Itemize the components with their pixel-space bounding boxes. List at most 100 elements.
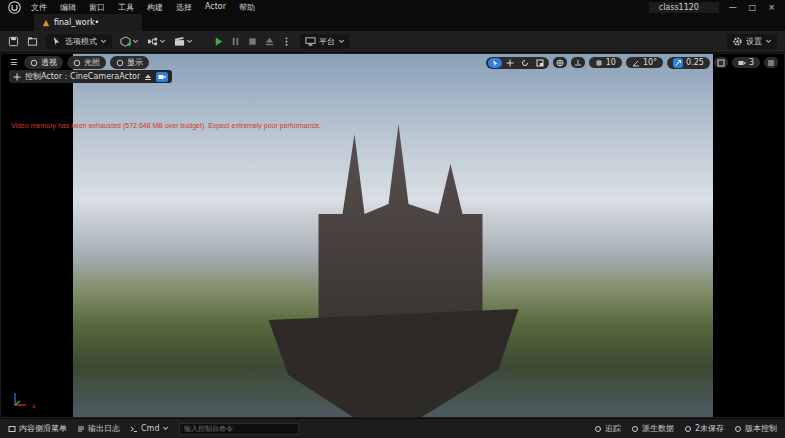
content-browser-icon[interactable] xyxy=(27,36,38,47)
blueprint-icon xyxy=(147,36,158,47)
surface-snap-icon xyxy=(574,59,582,67)
surface-snap-button[interactable] xyxy=(571,57,585,68)
grid-icon xyxy=(595,59,603,67)
camera-icon xyxy=(158,73,166,81)
rotate-icon xyxy=(521,59,529,67)
viewport-options-button[interactable] xyxy=(764,57,778,68)
scale-snap[interactable]: 0.25 xyxy=(667,57,710,69)
transform-tool[interactable] xyxy=(518,58,532,68)
memory-warning: Video memory has been exhausted (572.648… xyxy=(11,122,321,129)
status-bar: 内容侧滑菜单 输出日志 Cmd 追踪 派生数据 2未保存 版本控制 xyxy=(0,418,785,438)
menu-item[interactable]: 帮助 xyxy=(239,2,255,13)
scale-icon xyxy=(536,59,544,67)
platform-icon xyxy=(305,36,316,47)
unreal-logo-icon[interactable] xyxy=(8,1,21,14)
window-controls: — □ × xyxy=(729,3,781,12)
chevron-down-icon xyxy=(100,38,107,45)
chevron-down-icon xyxy=(186,38,193,45)
play-icon[interactable] xyxy=(213,36,224,47)
pin-icon xyxy=(13,73,21,81)
console-input[interactable] xyxy=(179,423,299,435)
status-bar-button[interactable]: 追踪 xyxy=(594,423,621,434)
play-controls xyxy=(213,36,292,47)
status-bar-button[interactable]: 版本控制 xyxy=(734,423,777,434)
content-drawer-icon xyxy=(8,425,16,433)
angle-icon xyxy=(632,59,640,67)
level-icon xyxy=(42,19,50,27)
save-icon[interactable] xyxy=(8,36,19,47)
more-options-icon[interactable] xyxy=(281,36,292,47)
status-bar-button[interactable]: 内容侧滑菜单 xyxy=(8,423,67,434)
viewport-toolbar: ☰ 透视 光照 显示 10 10° 0.25 3 xyxy=(1,56,784,69)
viewport-menu-button[interactable]: ☰ xyxy=(7,57,20,68)
view-mode-button[interactable]: 透视 xyxy=(24,56,63,69)
view-mode-button[interactable]: 显示 xyxy=(110,56,149,69)
eject-pilot-icon[interactable] xyxy=(144,73,152,81)
tab-bar: final_work• xyxy=(0,14,785,31)
main-toolbar: 选项模式 平台 设置 xyxy=(0,31,785,53)
status-bar-button[interactable]: 派生数据 xyxy=(631,423,674,434)
status-icon xyxy=(684,425,692,433)
chevron-down-icon xyxy=(338,38,345,45)
menu-item[interactable]: 选择 xyxy=(176,2,192,13)
scale-snap-icon xyxy=(674,59,682,67)
status-icon xyxy=(594,425,602,433)
clapper-icon xyxy=(174,36,185,47)
rotation-snap[interactable]: 10° xyxy=(626,57,663,68)
view-icon xyxy=(30,59,38,67)
menu-item[interactable]: Actor xyxy=(205,2,226,13)
transform-tool[interactable] xyxy=(488,58,502,68)
menu-item[interactable]: 文件 xyxy=(31,2,47,13)
menu-item[interactable]: 编辑 xyxy=(60,2,76,13)
unreal-editor: 文件编辑窗口工具构建选择Actor帮助 class1120 —□× final_… xyxy=(0,0,785,438)
cinematics-button[interactable] xyxy=(174,36,193,47)
gear-icon xyxy=(732,36,743,47)
menu-item[interactable]: 工具 xyxy=(118,2,134,13)
blueprint-button[interactable] xyxy=(147,36,166,47)
world-space-button[interactable] xyxy=(553,57,567,68)
terminal-icon xyxy=(130,425,138,433)
view-icon xyxy=(73,59,81,67)
level-tab[interactable]: final_work• xyxy=(34,14,142,31)
window-button[interactable]: × xyxy=(768,3,775,12)
settings-dropdown[interactable]: 设置 xyxy=(727,34,777,49)
output-log-icon xyxy=(77,425,85,433)
chevron-down-icon xyxy=(132,38,139,45)
camera-view-button[interactable] xyxy=(156,72,168,82)
window-button[interactable]: — xyxy=(729,3,737,12)
grid-snap[interactable]: 10 xyxy=(589,57,622,68)
menu-item[interactable]: 窗口 xyxy=(89,2,105,13)
globe-icon xyxy=(556,59,564,67)
level-viewport[interactable]: ☰ 透视 光照 显示 10 10° 0.25 3 控制Actor：CineCam… xyxy=(0,53,785,418)
pause-icon[interactable] xyxy=(230,36,241,47)
status-bar-button[interactable]: 2未保存 xyxy=(684,423,724,434)
camera-icon xyxy=(738,59,746,67)
title-bar: 文件编辑窗口工具构建选择Actor帮助 class1120 —□× xyxy=(0,0,785,14)
add-cube-icon xyxy=(120,36,131,47)
status-icon xyxy=(631,425,639,433)
stop-icon[interactable] xyxy=(247,36,258,47)
menu-item[interactable]: 构建 xyxy=(147,2,163,13)
pilot-actor-label: 控制Actor：CineCameraActor xyxy=(9,70,172,83)
maximize-icon xyxy=(717,59,725,67)
camera-render xyxy=(73,54,713,417)
transform-tool[interactable] xyxy=(503,58,517,68)
window-button[interactable]: □ xyxy=(749,3,757,12)
axis-icon xyxy=(11,389,31,409)
cmd-dropdown[interactable]: Cmd xyxy=(130,424,169,433)
chevron-down-icon xyxy=(159,38,166,45)
transform-tools xyxy=(486,57,549,69)
rock-shape xyxy=(269,309,519,418)
status-bar-button[interactable]: 输出日志 xyxy=(77,423,120,434)
maximize-button[interactable] xyxy=(714,57,728,68)
mode-dropdown[interactable]: 选项模式 xyxy=(46,34,112,49)
transform-tool[interactable] xyxy=(533,58,547,68)
axis-gizmo: x xyxy=(11,389,36,409)
add-actor-button[interactable] xyxy=(120,36,139,47)
platform-dropdown[interactable]: 平台 xyxy=(300,34,350,49)
view-mode-button[interactable]: 光照 xyxy=(67,56,106,69)
move-icon xyxy=(506,59,514,67)
camera-speed[interactable]: 3 xyxy=(732,57,760,68)
chevron-down-icon xyxy=(162,425,169,432)
eject-icon[interactable] xyxy=(264,36,275,47)
